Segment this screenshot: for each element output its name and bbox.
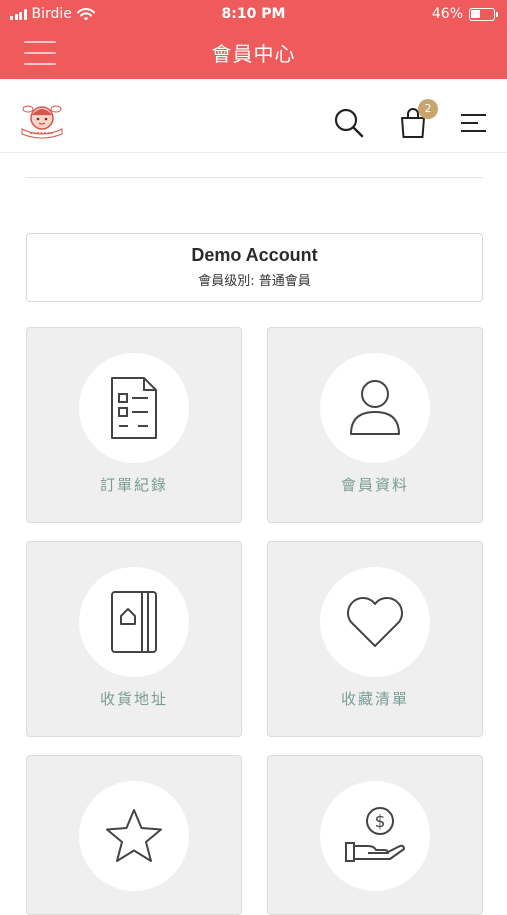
- icon-circle: $: [320, 781, 430, 891]
- account-name: Demo Account: [191, 245, 318, 265]
- tile-label: 收藏清單: [340, 690, 409, 708]
- tile-member-profile[interactable]: 會員資料: [267, 327, 483, 523]
- icon-circle: [320, 353, 430, 463]
- battery-indicator: 46%: [431, 6, 498, 22]
- tile-label: 收貨地址: [99, 690, 168, 708]
- heart-icon: [347, 597, 403, 647]
- status-bar: Birdie 8:10 PM 46%: [0, 0, 507, 28]
- order-list-icon: [111, 377, 157, 439]
- battery-percent: 46%: [431, 6, 463, 22]
- page-title: 會員中心: [211, 42, 296, 66]
- svg-text:$: $: [375, 812, 386, 832]
- site-header: 2: [0, 79, 507, 153]
- star-icon: [106, 809, 162, 862]
- tile-favorites[interactable]: [26, 755, 242, 915]
- member-level: 會員级別: 普通會員: [198, 274, 311, 289]
- angel-kids-logo[interactable]: [18, 99, 66, 141]
- icon-circle: [79, 353, 189, 463]
- account-card: Demo Account 會員级別: 普通會員: [26, 233, 483, 302]
- icon-circle: [320, 567, 430, 677]
- tile-shipping-address[interactable]: 收貨地址: [26, 541, 242, 737]
- menu-list-icon[interactable]: [459, 107, 487, 139]
- search-icon[interactable]: [333, 107, 365, 139]
- tile-wishlist[interactable]: 收藏清單: [267, 541, 483, 737]
- tile-rewards[interactable]: $: [267, 755, 483, 915]
- divider: [26, 177, 483, 178]
- title-bar: 會員中心: [0, 28, 507, 79]
- tile-label: 訂單紀錄: [99, 476, 168, 494]
- user-icon: [350, 380, 400, 435]
- icon-circle: [79, 781, 189, 891]
- tile-order-history[interactable]: 訂單紀錄: [26, 327, 242, 523]
- icon-circle: [79, 567, 189, 677]
- battery-icon: [469, 7, 498, 21]
- money-hand-icon: $: [345, 807, 405, 862]
- tile-label: 會員資料: [340, 476, 409, 494]
- cart-count-badge: 2: [418, 99, 438, 119]
- address-book-icon: [111, 591, 157, 653]
